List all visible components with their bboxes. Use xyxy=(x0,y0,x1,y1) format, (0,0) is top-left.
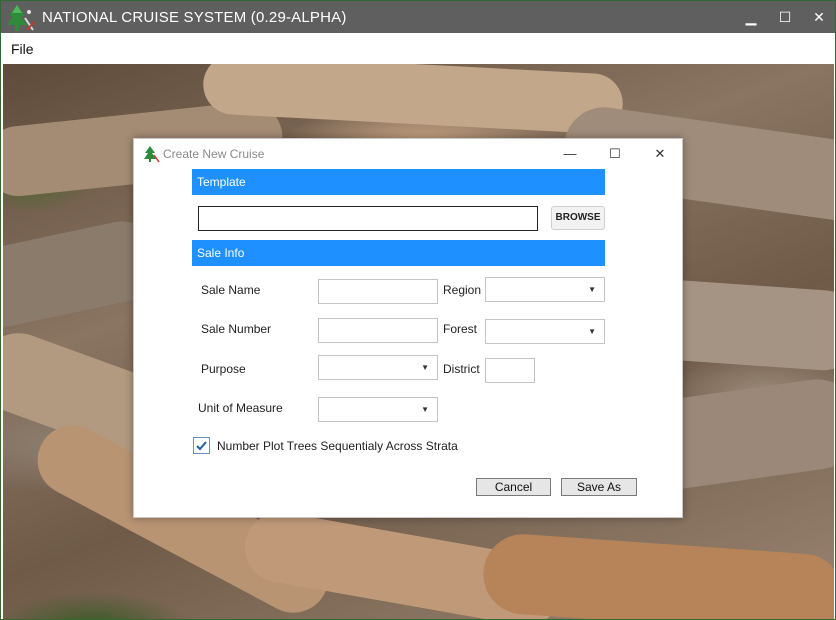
forest-select[interactable]: ▼ xyxy=(485,319,605,344)
app-title: NATIONAL CRUISE SYSTEM (0.29-ALPHA) xyxy=(42,9,347,26)
dialog-minimize-button[interactable]: — xyxy=(556,143,584,165)
dialog-close-button[interactable]: ✕ xyxy=(646,143,674,165)
maximize-button[interactable]: ☐ xyxy=(771,5,799,29)
chevron-down-icon: ▼ xyxy=(588,327,596,336)
district-label: District xyxy=(443,362,480,376)
purpose-select[interactable]: ▼ xyxy=(318,355,438,380)
tree-logo-icon xyxy=(7,5,35,31)
chevron-down-icon: ▼ xyxy=(588,285,596,294)
browse-button[interactable]: BROWSE xyxy=(551,206,605,230)
sale-number-input[interactable] xyxy=(318,318,438,343)
checkmark-icon xyxy=(196,441,207,451)
sequential-plot-label[interactable]: Number Plot Trees Sequentialy Across Str… xyxy=(217,439,458,453)
sequential-plot-checkbox[interactable] xyxy=(193,437,210,454)
chevron-down-icon: ▼ xyxy=(421,363,429,372)
template-section-header: Template xyxy=(192,169,605,195)
unit-of-measure-select[interactable]: ▼ xyxy=(318,397,438,422)
dialog-titlebar[interactable]: Create New Cruise — ☐ ✕ xyxy=(134,139,682,167)
forest-label: Forest xyxy=(443,322,478,336)
purpose-label: Purpose xyxy=(201,362,246,376)
sale-name-input[interactable] xyxy=(318,279,438,304)
unit-of-measure-label: Unit of Measure xyxy=(198,401,283,415)
tree-logo-icon xyxy=(144,146,160,163)
template-path-input[interactable] xyxy=(198,206,538,231)
chevron-down-icon: ▼ xyxy=(421,405,429,414)
sale-name-label: Sale Name xyxy=(201,283,261,297)
menu-bar: File xyxy=(3,34,833,64)
app-titlebar[interactable]: NATIONAL CRUISE SYSTEM (0.29-ALPHA) ▁ ☐ … xyxy=(1,1,835,33)
minimize-button[interactable]: ▁ xyxy=(737,5,765,29)
create-cruise-dialog: Create New Cruise — ☐ ✕ Template BROWSE … xyxy=(133,138,683,518)
region-label: Region xyxy=(443,283,482,297)
district-input[interactable] xyxy=(485,358,535,383)
menu-file[interactable]: File xyxy=(11,41,34,57)
close-button[interactable]: ✕ xyxy=(805,5,833,29)
save-as-button[interactable]: Save As xyxy=(561,478,637,496)
sale-number-label: Sale Number xyxy=(201,322,272,336)
region-select[interactable]: ▼ xyxy=(485,277,605,302)
dialog-title: Create New Cruise xyxy=(163,147,265,161)
cancel-button[interactable]: Cancel xyxy=(476,478,551,496)
sale-info-section-header: Sale Info xyxy=(192,240,605,266)
dialog-maximize-button[interactable]: ☐ xyxy=(601,143,629,165)
